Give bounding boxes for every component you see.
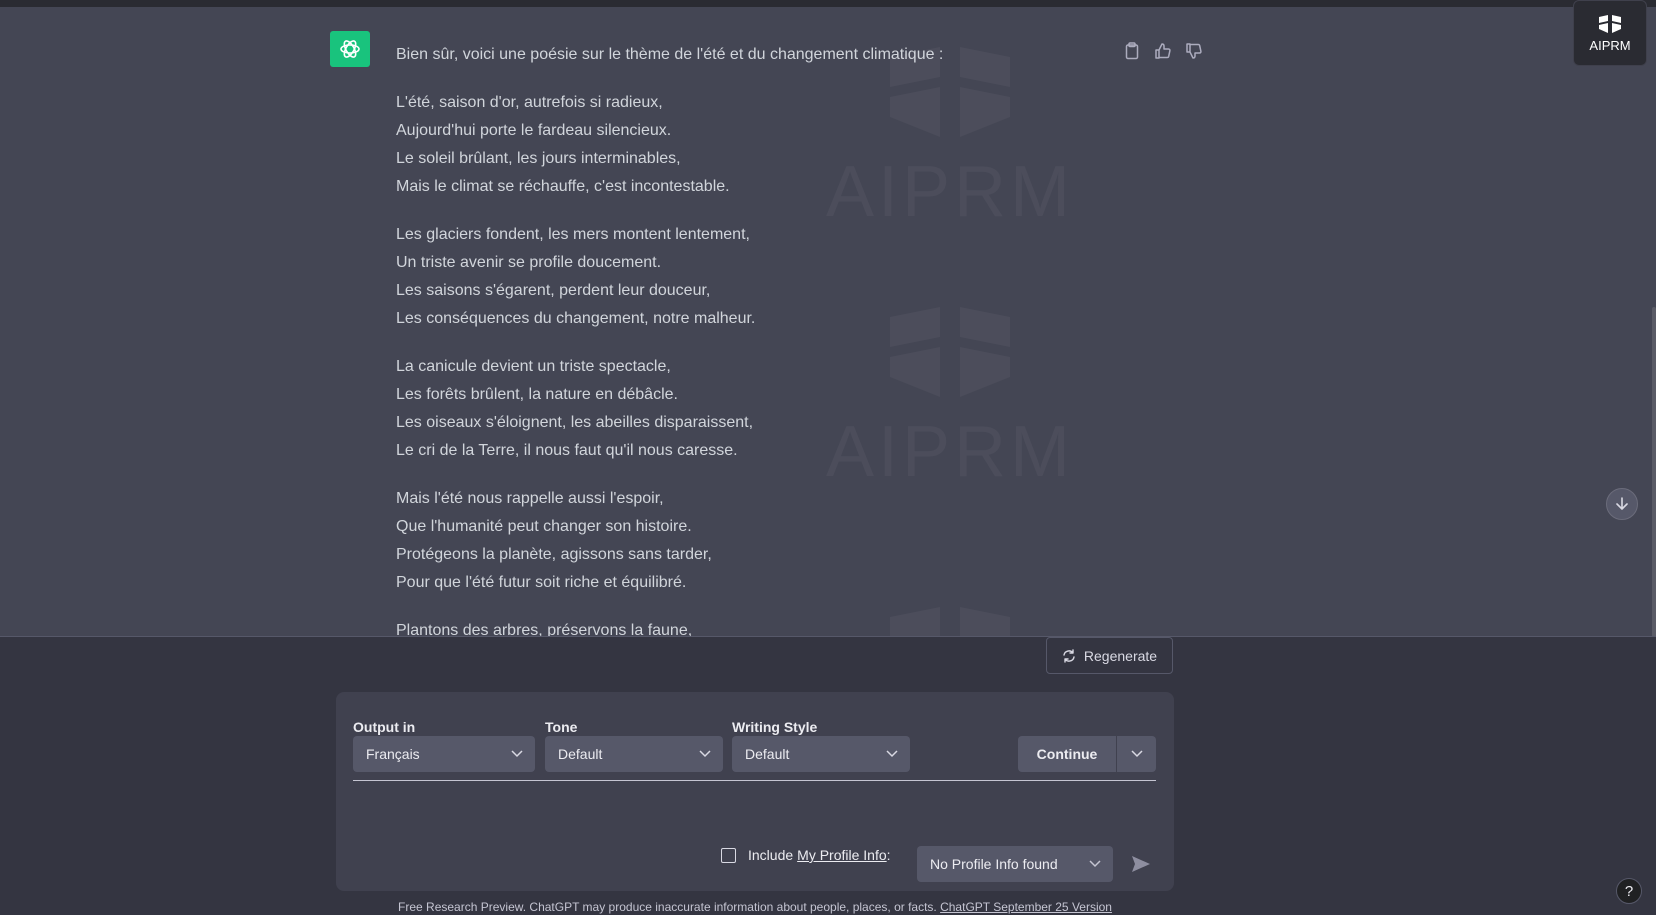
poem-stanza: Plantons des arbres, préservons la faune…	[396, 617, 1096, 637]
include-profile-checkbox[interactable]	[721, 847, 736, 863]
footer-text: Free Research Preview. ChatGPT may produ…	[398, 900, 937, 914]
poem-line: Le soleil brûlant, les jours interminabl…	[396, 150, 681, 167]
poem-line: Le cri de la Terre, il nous faut qu'il n…	[396, 442, 738, 459]
poem-line: Aujourd'hui porte le fardeau silencieux.	[396, 122, 672, 139]
refresh-icon	[1063, 648, 1075, 663]
poem-line: Les conséquences du changement, notre ma…	[396, 310, 756, 327]
poem-line: Un triste avenir se profile doucement.	[396, 254, 662, 271]
poem-stanza: Les glaciers fondent, les mers montent l…	[396, 221, 1096, 333]
poem-stanza: Mais l'été nous rappelle aussi l'espoir,…	[396, 485, 1096, 597]
prompt-input[interactable]	[353, 787, 1057, 843]
chevron-down-icon	[511, 750, 523, 758]
thumbs-down-icon[interactable]	[1184, 41, 1203, 60]
poem-line: Les glaciers fondent, les mers montent l…	[396, 226, 750, 243]
thumbs-up-icon[interactable]	[1153, 41, 1172, 60]
writing-style-label: Writing Style	[732, 719, 818, 735]
continue-options-button[interactable]	[1117, 736, 1156, 772]
poem-line: Que l'humanité peut changer son histoire…	[396, 518, 692, 535]
poem-line: L'été, saison d'or, autrefois si radieux…	[396, 94, 663, 111]
footer-disclaimer: Free Research Preview. ChatGPT may produ…	[0, 900, 1510, 914]
include-label: Include	[748, 847, 794, 863]
poem-line: Plantons des arbres, préservons la faune…	[396, 622, 693, 637]
arrow-down-icon	[1616, 497, 1628, 510]
message-actions	[1122, 41, 1203, 60]
send-icon	[1132, 856, 1150, 872]
top-bar	[0, 0, 1656, 7]
profile-info-select[interactable]: No Profile Info found	[917, 846, 1113, 882]
version-link[interactable]: ChatGPT September 25 Version	[940, 900, 1112, 914]
aiprm-prompt-panel: Output in Français Tone Default Writing …	[336, 692, 1174, 891]
tone-label: Tone	[545, 719, 578, 735]
copy-icon[interactable]	[1122, 41, 1141, 60]
tone-value: Default	[558, 746, 603, 762]
chevron-down-icon	[886, 750, 898, 758]
writing-style-select[interactable]: Default	[732, 736, 910, 772]
tone-select[interactable]: Default	[545, 736, 723, 772]
assistant-message: AIPRM AIPRM B	[0, 7, 1656, 637]
my-profile-info-link[interactable]: My Profile Info	[797, 847, 886, 863]
aiprm-badge-button[interactable]: AIPRM	[1573, 0, 1647, 66]
message-content: Bien sûr, voici une poésie sur le thème …	[396, 41, 1096, 637]
chatgpt-avatar	[330, 31, 370, 67]
poem-line: Pour que l'été futur soit riche et équil…	[396, 574, 687, 591]
poem-line: Les forêts brûlent, la nature en débâcle…	[396, 386, 678, 403]
send-button[interactable]	[1130, 854, 1152, 874]
poem-stanza: La canicule devient un triste spectacle,…	[396, 353, 1096, 465]
output-language-value: Français	[366, 746, 420, 762]
poem-line: Les saisons s'égarent, perdent leur douc…	[396, 282, 711, 299]
chevron-down-icon	[699, 750, 711, 758]
poem-line: Les oiseaux s'éloignent, les abeilles di…	[396, 414, 754, 431]
help-button[interactable]: ?	[1616, 878, 1642, 904]
poem-stanza: L'été, saison d'or, autrefois si radieux…	[396, 89, 1096, 201]
aiprm-badge-label: AIPRM	[1589, 38, 1631, 53]
regenerate-label: Regenerate	[1083, 647, 1158, 664]
poem-line: Mais le climat se réchauffe, c'est incon…	[396, 178, 730, 195]
writing-style-value: Default	[745, 746, 790, 762]
chevron-down-icon	[1130, 750, 1143, 758]
scrollbar-thumb[interactable]	[1652, 307, 1656, 636]
aiprm-logo-icon	[1599, 15, 1621, 33]
output-in-label: Output in	[353, 719, 416, 735]
poem-line: Mais l'été nous rappelle aussi l'espoir,	[396, 490, 664, 507]
chevron-down-icon	[1089, 860, 1101, 868]
output-language-select[interactable]: Français	[353, 736, 535, 772]
poem-line: Protégeons la planète, agissons sans tar…	[396, 546, 712, 563]
profile-colon: :	[886, 847, 891, 863]
message-intro: Bien sûr, voici une poésie sur le thème …	[396, 46, 944, 63]
openai-logo-icon	[340, 40, 360, 58]
continue-split-button: Continue	[1018, 736, 1156, 772]
regenerate-button[interactable]: Regenerate	[1046, 637, 1173, 674]
profile-info-value: No Profile Info found	[930, 856, 1058, 872]
continue-button[interactable]: Continue	[1018, 736, 1117, 772]
scroll-down-button[interactable]	[1606, 488, 1638, 520]
panel-divider	[353, 780, 1156, 781]
poem-line: La canicule devient un triste spectacle,	[396, 358, 671, 375]
include-profile-row: Include My Profile Info :	[721, 847, 891, 863]
